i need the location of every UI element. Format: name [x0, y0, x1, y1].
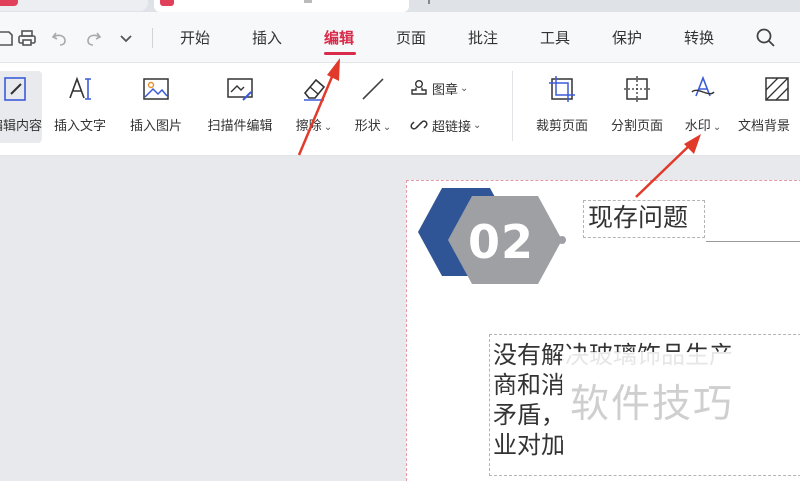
background-icon — [762, 74, 792, 104]
body-line-4: 业对加 — [493, 431, 565, 459]
shape-button[interactable]: 形状 ⌄ — [350, 71, 396, 143]
scan-edit-button[interactable]: 扫描件编辑 — [201, 71, 279, 143]
search-icon[interactable] — [755, 27, 777, 49]
tab-convert[interactable]: 转换 — [684, 27, 714, 49]
erase-label: 擦除 ⌄ — [295, 119, 333, 134]
stamp-icon — [411, 80, 427, 95]
document-tab[interactable] — [0, 0, 148, 11]
tab-start[interactable]: 开始 — [180, 27, 210, 49]
link-icon — [410, 120, 428, 130]
shape-label: 形状 ⌄ — [354, 119, 392, 134]
edit-content-icon — [1, 74, 31, 104]
save-icon[interactable] — [0, 27, 16, 49]
menu-bar: 开始 插入 编辑 页面 批注 工具 保护 转换 — [0, 12, 800, 63]
doc-background-label: 文档背景 — [738, 119, 791, 134]
redo-icon[interactable] — [82, 27, 104, 49]
tab-insert[interactable]: 插入 — [252, 27, 282, 49]
document-tab-strip — [0, 0, 800, 12]
tab-edit[interactable]: 编辑 — [324, 27, 354, 49]
body-line-3: 矛盾， — [493, 401, 565, 429]
tab-title-fragment — [304, 0, 312, 3]
new-tab-icon[interactable] — [428, 0, 438, 4]
ribbon-divider — [512, 71, 513, 141]
edit-content-button[interactable]: 编辑内容 — [0, 71, 42, 143]
chevron-down-icon[interactable] — [115, 27, 137, 49]
split-page-button[interactable]: 分割页面 — [604, 71, 670, 143]
eraser-icon — [299, 74, 329, 104]
insert-text-label: 插入文字 — [53, 119, 106, 134]
section-title: 现存问题 — [588, 203, 689, 232]
edit-content-label: 编辑内容 — [0, 119, 42, 134]
hyperlink-button[interactable]: 超链接 ⌄ — [410, 114, 481, 136]
stamp-label: 图章 — [432, 82, 459, 98]
split-page-icon — [622, 74, 652, 104]
edit-ribbon: 编辑内容 插入文字 插入图片 扫描件编辑 擦除⌄ 形状⌄ 图章⌄ — [0, 63, 800, 156]
crop-icon — [547, 74, 577, 104]
section-number: 02 — [468, 215, 535, 269]
tab-protect[interactable]: 保护 — [612, 27, 642, 49]
insert-text-button[interactable]: 插入文字 — [49, 71, 111, 143]
insert-text-icon — [65, 74, 95, 104]
tab-page[interactable]: 页面 — [396, 27, 426, 49]
active-tab-indicator — [324, 52, 356, 55]
pdf-icon — [160, 0, 174, 6]
image-icon — [141, 74, 171, 104]
watermark-button[interactable]: 水印 ⌄ — [680, 71, 726, 143]
doc-background-button[interactable]: 文档背景 — [738, 71, 800, 143]
split-page-label: 分割页面 — [610, 119, 663, 134]
insert-image-label: 插入图片 — [129, 119, 182, 134]
scan-edit-label: 扫描件编辑 — [207, 119, 273, 134]
undo-icon[interactable] — [49, 27, 71, 49]
insert-image-button[interactable]: 插入图片 — [125, 71, 187, 143]
hyperlink-label: 超链接 — [432, 119, 472, 135]
line-icon — [358, 74, 388, 104]
tab-tools[interactable]: 工具 — [540, 27, 570, 49]
app-icon — [0, 0, 18, 6]
title-underline — [706, 241, 800, 242]
tab-comment[interactable]: 批注 — [468, 27, 498, 49]
document-tab-active[interactable] — [154, 0, 409, 12]
crop-page-button[interactable]: 裁剪页面 — [529, 71, 595, 143]
watermark-icon — [688, 74, 718, 104]
print-icon[interactable] — [16, 27, 38, 49]
scan-edit-icon — [225, 74, 255, 104]
watermark-label: 水印 ⌄ — [684, 119, 722, 134]
toolbar-divider — [152, 28, 153, 48]
stamp-button[interactable]: 图章 ⌄ — [410, 77, 468, 99]
crop-page-label: 裁剪页面 — [535, 119, 588, 134]
body-line-2: 商和消 — [493, 371, 565, 399]
erase-button[interactable]: 擦除 ⌄ — [290, 71, 338, 143]
watermark-text: 软件技巧 — [570, 382, 735, 427]
